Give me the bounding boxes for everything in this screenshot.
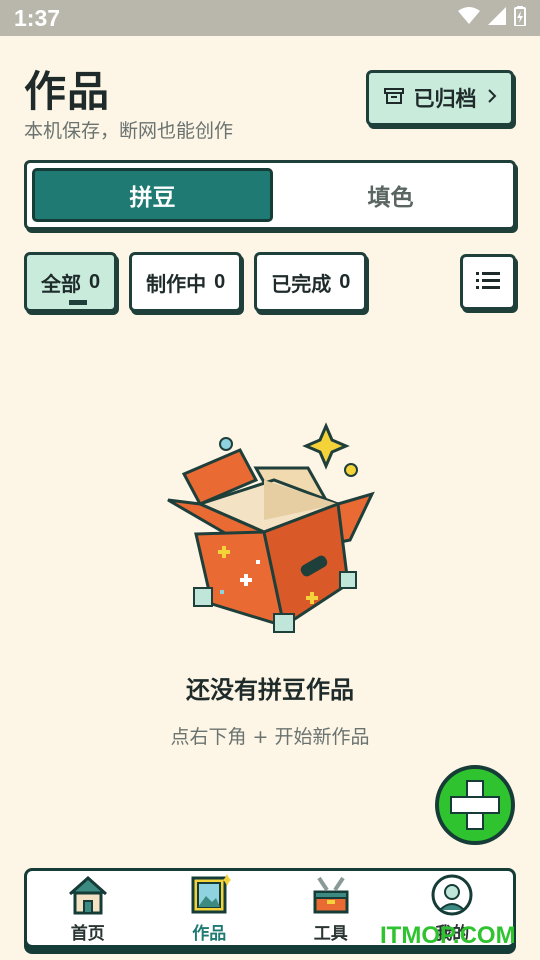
- archive-button[interactable]: 已归档: [366, 70, 514, 126]
- chip-count: 0: [214, 270, 226, 293]
- nav-label: 作品: [192, 924, 227, 944]
- nav-tools[interactable]: 工具: [270, 871, 392, 945]
- empty-state-hint: 点右下角 + 开始新作品: [170, 726, 370, 748]
- chip-count: 0: [89, 270, 101, 293]
- tab-pindou[interactable]: 拼豆: [32, 168, 273, 222]
- archive-label: 已归档: [413, 87, 477, 111]
- filter-chip-all[interactable]: 全部 0: [24, 252, 118, 312]
- active-indicator: [69, 300, 87, 305]
- toolbox-icon: [307, 873, 355, 917]
- open-box-icon: [160, 420, 380, 644]
- signal-icon: [488, 7, 506, 29]
- filter-chips: 全部 0 制作中 0 已完成 0: [24, 252, 368, 312]
- watermark: ITMOP.COM: [380, 922, 516, 949]
- house-icon: [64, 873, 112, 917]
- avatar-icon: [428, 873, 476, 917]
- wifi-icon: [458, 7, 480, 29]
- page-title: 作品: [24, 67, 111, 116]
- empty-state-title: 还没有拼豆作品: [186, 676, 354, 704]
- filter-chip-in-progress[interactable]: 制作中 0: [129, 252, 243, 312]
- mode-segmented-control: 拼豆 填色: [24, 160, 516, 230]
- chevron-right-icon: [487, 88, 497, 108]
- nav-label: 首页: [70, 924, 105, 944]
- picture-frame-icon: [185, 873, 233, 917]
- list-icon: [476, 270, 500, 294]
- nav-label: 工具: [313, 924, 348, 944]
- chip-count: 0: [339, 270, 351, 293]
- status-time: 1:37: [14, 5, 61, 31]
- chip-label: 制作中: [146, 271, 207, 296]
- filter-chip-completed[interactable]: 已完成 0: [254, 252, 368, 312]
- tab-coloring[interactable]: 填色: [273, 168, 508, 222]
- page-subtitle: 本机保存，断网也能创作: [24, 120, 234, 142]
- list-view-button[interactable]: [460, 254, 516, 310]
- status-bar: 1:37: [0, 0, 540, 36]
- battery-icon: [514, 6, 526, 30]
- status-icons: [458, 6, 526, 30]
- create-work-fab[interactable]: [434, 764, 516, 846]
- archive-icon: [383, 87, 404, 109]
- nav-works[interactable]: 作品: [149, 871, 271, 945]
- nav-home[interactable]: 首页: [27, 871, 149, 945]
- chip-label: 已完成: [271, 271, 332, 296]
- chip-label: 全部: [41, 271, 81, 296]
- plus-icon: [434, 765, 516, 850]
